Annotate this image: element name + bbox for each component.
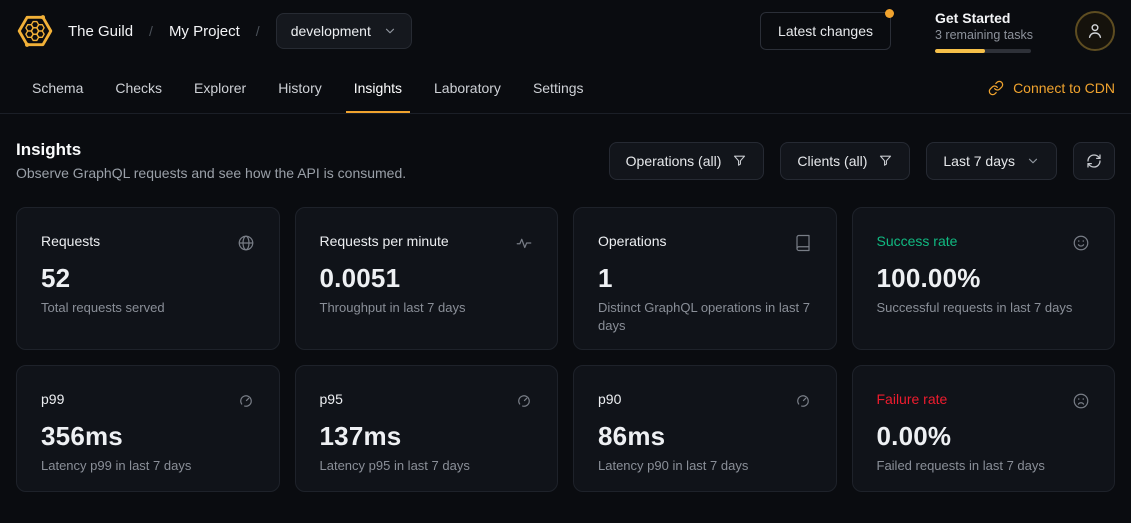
chevron-down-icon — [383, 24, 397, 38]
stat-card-description: Latency p95 in last 7 days — [320, 457, 534, 475]
stat-card-p90: p90 86ms Latency p90 in last 7 days — [573, 365, 837, 492]
stat-card-title: Success rate — [877, 233, 958, 249]
smile-icon — [1072, 234, 1090, 252]
stat-card-description: Throughput in last 7 days — [320, 299, 534, 317]
insights-page: Insights Observe GraphQL requests and se… — [0, 114, 1131, 508]
clients-filter-button[interactable]: Clients (all) — [780, 142, 910, 180]
stat-card-requests-per-minute: Requests per minute 0.0051 Throughput in l… — [295, 207, 559, 350]
refresh-icon — [1086, 153, 1102, 169]
chevron-down-icon — [1026, 154, 1040, 168]
stat-card-value: 0.00% — [877, 421, 1091, 452]
activity-icon — [515, 234, 533, 252]
stat-card-title: Operations — [598, 233, 666, 249]
stat-card-header: p90 — [598, 391, 812, 410]
stat-card-header: Operations — [598, 233, 812, 252]
stat-card-value: 1 — [598, 263, 812, 294]
user-avatar[interactable] — [1075, 11, 1115, 51]
stat-card-description: Latency p90 in last 7 days — [598, 457, 812, 475]
get-started-title: Get Started — [935, 10, 1031, 26]
header-right: Latest changes Get Started 3 remaining t… — [760, 10, 1115, 53]
stat-card-title: p99 — [41, 391, 64, 407]
stat-card-description: Latency p99 in last 7 days — [41, 457, 255, 475]
section-title-block: Insights Observe GraphQL requests and se… — [16, 140, 406, 181]
stat-card-header: Requests per minute — [320, 233, 534, 252]
stat-card-requests: Requests 52 Total requests served — [16, 207, 280, 350]
connect-to-cdn-label: Connect to CDN — [1013, 80, 1115, 96]
breadcrumb-project[interactable]: My Project — [169, 23, 240, 40]
get-started-progress-fill — [935, 49, 985, 53]
stat-card-header: Success rate — [877, 233, 1091, 252]
stat-card-header: Requests — [41, 233, 255, 252]
breadcrumb: The Guild / My Project / development — [68, 13, 412, 49]
stat-card-description: Successful requests in last 7 days — [877, 299, 1091, 317]
latest-changes-label: Latest changes — [778, 23, 873, 39]
filter-funnel-icon — [878, 153, 893, 168]
section-header: Insights Observe GraphQL requests and se… — [16, 140, 1115, 181]
nav-tabs: Schema Checks Explorer History Insights Labor… — [16, 62, 600, 113]
stat-card-value: 0.0051 — [320, 263, 534, 294]
stat-card-description: Total requests served — [41, 299, 255, 317]
stat-card-value: 100.00% — [877, 263, 1091, 294]
book-icon — [794, 234, 812, 252]
stat-card-title: p95 — [320, 391, 343, 407]
operations-filter-button[interactable]: Operations (all) — [609, 142, 765, 180]
tab-checks[interactable]: Checks — [107, 62, 170, 113]
page-title: Insights — [16, 140, 406, 160]
globe-icon — [237, 234, 255, 252]
breadcrumb-separator: / — [256, 23, 260, 39]
stat-card-value: 356ms — [41, 421, 255, 452]
stat-card-description: Failed requests in last 7 days — [877, 457, 1091, 475]
tab-settings[interactable]: Settings — [525, 62, 592, 113]
target-select[interactable]: development — [276, 13, 412, 49]
main-nav: Schema Checks Explorer History Insights Labor… — [0, 62, 1131, 114]
stat-card-title: Failure rate — [877, 391, 948, 407]
tab-laboratory[interactable]: Laboratory — [426, 62, 509, 113]
target-select-value: development — [291, 23, 371, 39]
app-header: The Guild / My Project / development Lat… — [0, 0, 1131, 62]
stat-card-operations: Operations 1 Distinct GraphQL operations i… — [573, 207, 837, 350]
stat-card-title: p90 — [598, 391, 621, 407]
date-range-value: Last 7 days — [943, 153, 1015, 169]
breadcrumb-separator: / — [149, 23, 153, 39]
stat-card-header: Failure rate — [877, 391, 1091, 410]
stat-card-title: Requests per minute — [320, 233, 449, 249]
stat-card-p99: p99 356ms Latency p99 in last 7 days — [16, 365, 280, 492]
stat-card-p95: p95 137ms Latency p95 in last 7 days — [295, 365, 559, 492]
filter-bar: Operations (all) Clients (all) Last 7 da… — [609, 142, 1115, 180]
tab-explorer[interactable]: Explorer — [186, 62, 254, 113]
notification-dot — [885, 9, 894, 18]
refresh-button[interactable] — [1073, 142, 1115, 180]
operations-filter-label: Operations (all) — [626, 153, 722, 169]
stat-card-description: Distinct GraphQL operations in last 7 da… — [598, 299, 812, 334]
stat-card-success-rate: Success rate 100.00% Successful requests i… — [852, 207, 1116, 350]
latest-changes-button[interactable]: Latest changes — [760, 12, 891, 50]
filter-funnel-icon — [732, 153, 747, 168]
clients-filter-label: Clients (all) — [797, 153, 867, 169]
connect-to-cdn-link[interactable]: Connect to CDN — [988, 62, 1115, 113]
gauge-icon — [237, 392, 255, 410]
stats-grid: Requests52Total requests servedRequests … — [16, 207, 1115, 492]
stat-card-value: 137ms — [320, 421, 534, 452]
page-subtitle: Observe GraphQL requests and see how the… — [16, 165, 406, 181]
breadcrumb-org[interactable]: The Guild — [68, 23, 133, 40]
get-started-subtitle: 3 remaining tasks — [935, 28, 1031, 42]
stat-card-value: 52 — [41, 263, 255, 294]
tab-schema[interactable]: Schema — [24, 62, 91, 113]
gauge-icon — [794, 392, 812, 410]
date-range-select[interactable]: Last 7 days — [926, 142, 1057, 180]
tab-history[interactable]: History — [270, 62, 330, 113]
tab-insights[interactable]: Insights — [346, 62, 410, 113]
person-icon — [1085, 21, 1105, 41]
stat-card-value: 86ms — [598, 421, 812, 452]
stat-card-header: p95 — [320, 391, 534, 410]
stat-card-failure-rate: Failure rate 0.00% Failed requests in last… — [852, 365, 1116, 492]
frown-icon — [1072, 392, 1090, 410]
gauge-icon — [515, 392, 533, 410]
get-started-widget[interactable]: Get Started 3 remaining tasks — [935, 10, 1031, 53]
get-started-progress-bar — [935, 49, 1031, 53]
link-icon — [988, 80, 1004, 96]
stat-card-header: p99 — [41, 391, 255, 410]
stat-card-title: Requests — [41, 233, 100, 249]
guild-hive-logo-icon[interactable] — [16, 12, 54, 50]
